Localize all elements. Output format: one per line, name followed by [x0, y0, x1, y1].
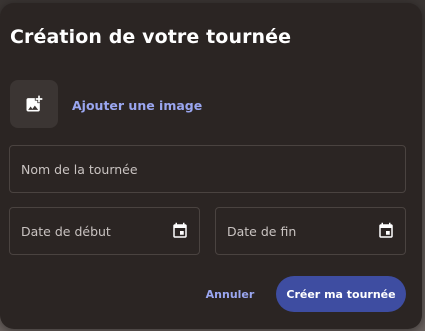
tour-name-input[interactable]	[21, 146, 392, 192]
tour-name-field[interactable]	[9, 145, 406, 193]
calendar-icon[interactable]	[377, 222, 395, 240]
end-date-field[interactable]	[215, 207, 406, 255]
create-tour-dialog: Création de votre tournée Ajouter une im…	[0, 3, 422, 329]
dialog-title: Création de votre tournée	[10, 26, 292, 48]
calendar-icon[interactable]	[171, 222, 189, 240]
end-date-input[interactable]	[227, 208, 366, 254]
start-date-field[interactable]	[9, 207, 200, 255]
create-tour-button[interactable]: Créer ma tournée	[276, 276, 406, 312]
add-image-link[interactable]: Ajouter une image	[72, 98, 202, 113]
cancel-button[interactable]: Annuler	[204, 279, 256, 309]
add-photo-icon	[26, 95, 43, 112]
add-image-button[interactable]	[10, 80, 58, 128]
start-date-input[interactable]	[21, 208, 160, 254]
